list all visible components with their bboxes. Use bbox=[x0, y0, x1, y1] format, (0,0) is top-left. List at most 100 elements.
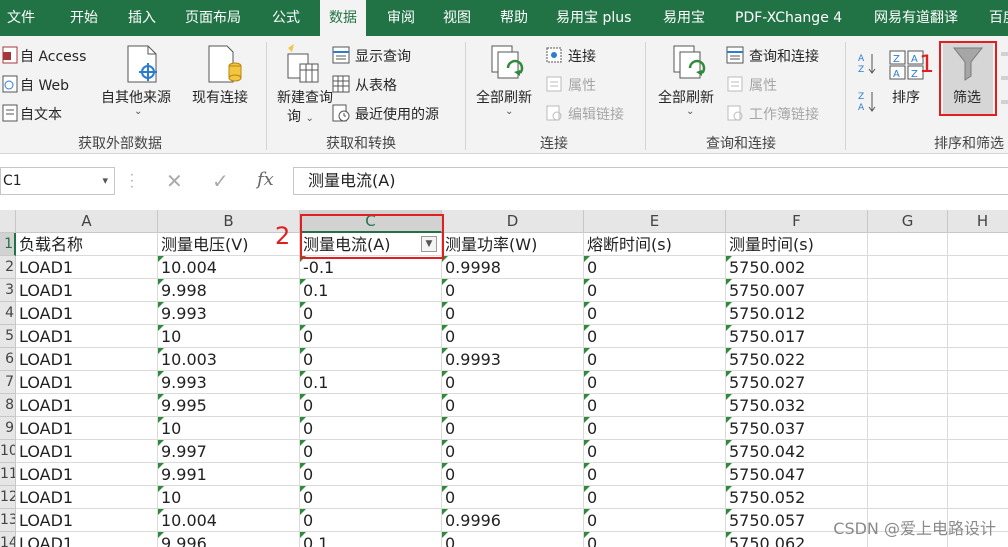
table-cell[interactable]: 0 bbox=[442, 486, 584, 509]
tab-2[interactable]: 插入 bbox=[128, 0, 156, 36]
table-cell[interactable]: 0 bbox=[584, 325, 726, 348]
table-cell[interactable]: 0.1 bbox=[300, 279, 442, 302]
table-cell[interactable] bbox=[948, 417, 1008, 440]
row-header[interactable]: 3 bbox=[0, 279, 16, 302]
tab-12[interactable]: 网易有道翻译 bbox=[874, 0, 958, 36]
table-cell[interactable]: 5750.052 bbox=[726, 486, 868, 509]
table-cell[interactable]: 0 bbox=[584, 256, 726, 279]
tab-1[interactable]: 开始 bbox=[70, 0, 98, 36]
table-cell[interactable] bbox=[868, 325, 948, 348]
table-cell[interactable] bbox=[948, 486, 1008, 509]
table-cell[interactable]: 0 bbox=[300, 463, 442, 486]
tab-3[interactable]: 页面布局 bbox=[185, 0, 241, 36]
row-header[interactable]: 5 bbox=[0, 325, 16, 348]
tab-6[interactable]: 审阅 bbox=[387, 0, 415, 36]
table-cell[interactable]: 0 bbox=[300, 302, 442, 325]
table-cell[interactable]: -0.1 bbox=[300, 256, 442, 279]
tab-13[interactable]: 百度 bbox=[989, 0, 1008, 36]
table-cell[interactable]: LOAD1 bbox=[16, 348, 158, 371]
row-header[interactable]: 6 bbox=[0, 348, 16, 371]
table-cell[interactable]: 0 bbox=[442, 532, 584, 547]
table-cell[interactable]: 0 bbox=[584, 417, 726, 440]
connections-button[interactable]: 连接 bbox=[568, 46, 596, 66]
queries-and-connections-button[interactable]: 查询和连接 bbox=[749, 46, 819, 66]
sort-button[interactable]: 排序 bbox=[892, 87, 920, 107]
tab-0[interactable]: 文件 bbox=[7, 0, 35, 36]
table-cell[interactable] bbox=[948, 325, 1008, 348]
table-cell[interactable]: 0 bbox=[584, 440, 726, 463]
table-cell[interactable]: LOAD1 bbox=[16, 440, 158, 463]
recent-sources-button[interactable]: 最近使用的源 bbox=[355, 104, 439, 124]
from-web-button[interactable]: 自 Web bbox=[20, 75, 69, 95]
table-cell[interactable] bbox=[868, 394, 948, 417]
refresh-all-button-2[interactable]: 全部刷新 bbox=[658, 87, 714, 107]
table-cell[interactable]: 5750.027 bbox=[726, 371, 868, 394]
table-cell[interactable]: 0 bbox=[442, 463, 584, 486]
table-cell[interactable]: 0 bbox=[300, 486, 442, 509]
table-cell[interactable]: 0 bbox=[300, 348, 442, 371]
table-cell[interactable]: 0 bbox=[584, 463, 726, 486]
table-cell[interactable] bbox=[868, 440, 948, 463]
table-cell[interactable]: 0 bbox=[300, 509, 442, 532]
table-cell[interactable]: 0 bbox=[584, 509, 726, 532]
table-cell[interactable] bbox=[948, 302, 1008, 325]
row-header[interactable]: 4 bbox=[0, 302, 16, 325]
table-cell[interactable]: LOAD1 bbox=[16, 325, 158, 348]
table-cell[interactable]: 0 bbox=[584, 348, 726, 371]
edit-links-button[interactable]: 编辑链接 bbox=[568, 104, 624, 124]
enter-icon[interactable]: ✓ bbox=[212, 169, 229, 193]
column-header-d[interactable]: D bbox=[442, 210, 584, 233]
table-cell[interactable]: 9.993 bbox=[158, 371, 300, 394]
table-cell[interactable]: LOAD1 bbox=[16, 532, 158, 547]
show-queries-button[interactable]: 显示查询 bbox=[355, 46, 411, 66]
formula-input[interactable]: 测量电流(A) bbox=[293, 167, 1008, 195]
table-cell[interactable] bbox=[868, 348, 948, 371]
table-cell[interactable]: LOAD1 bbox=[16, 302, 158, 325]
table-cell[interactable] bbox=[948, 371, 1008, 394]
table-cell[interactable] bbox=[948, 463, 1008, 486]
table-cell[interactable]: LOAD1 bbox=[16, 417, 158, 440]
table-cell[interactable]: LOAD1 bbox=[16, 256, 158, 279]
table-cell[interactable]: 0 bbox=[442, 371, 584, 394]
table-cell[interactable]: 0 bbox=[300, 440, 442, 463]
workbook-links-button[interactable]: 工作簿链接 bbox=[749, 104, 819, 124]
table-cell[interactable]: 0 bbox=[442, 417, 584, 440]
header-cell[interactable]: 测量时间(s) bbox=[726, 233, 868, 256]
properties-button[interactable]: 属性 bbox=[568, 75, 596, 95]
table-cell[interactable]: LOAD1 bbox=[16, 486, 158, 509]
row-header[interactable]: 11 bbox=[0, 463, 16, 486]
row-header[interactable]: 14 bbox=[0, 532, 16, 547]
table-cell[interactable] bbox=[948, 256, 1008, 279]
table-cell[interactable]: 9.998 bbox=[158, 279, 300, 302]
column-header-a[interactable]: A bbox=[16, 210, 158, 233]
table-cell[interactable]: 9.991 bbox=[158, 463, 300, 486]
tab-11[interactable]: PDF-XChange 4 bbox=[735, 0, 842, 36]
column-header-e[interactable]: E bbox=[584, 210, 726, 233]
table-cell[interactable]: 0 bbox=[584, 394, 726, 417]
table-cell[interactable] bbox=[868, 256, 948, 279]
tab-9[interactable]: 易用宝 plus bbox=[556, 0, 631, 36]
table-cell[interactable]: 0.1 bbox=[300, 532, 442, 547]
table-cell[interactable]: 0 bbox=[584, 486, 726, 509]
table-cell[interactable] bbox=[868, 302, 948, 325]
select-all-corner[interactable] bbox=[0, 210, 16, 233]
table-cell[interactable]: 10.004 bbox=[158, 256, 300, 279]
table-cell[interactable]: 0.9996 bbox=[442, 509, 584, 532]
table-cell[interactable]: 10.004 bbox=[158, 509, 300, 532]
table-cell[interactable]: LOAD1 bbox=[16, 279, 158, 302]
table-cell[interactable]: 0 bbox=[300, 417, 442, 440]
table-cell[interactable]: 10 bbox=[158, 486, 300, 509]
header-cell[interactable]: 熔断时间(s) bbox=[584, 233, 726, 256]
table-cell[interactable]: 0 bbox=[300, 325, 442, 348]
refresh-all-button[interactable]: 全部刷新 bbox=[476, 87, 532, 107]
table-cell[interactable]: 5750.042 bbox=[726, 440, 868, 463]
table-cell[interactable]: LOAD1 bbox=[16, 394, 158, 417]
table-cell[interactable]: 10.003 bbox=[158, 348, 300, 371]
table-cell[interactable] bbox=[948, 279, 1008, 302]
table-cell[interactable]: LOAD1 bbox=[16, 463, 158, 486]
table-cell[interactable]: 0 bbox=[584, 302, 726, 325]
table-cell[interactable] bbox=[868, 417, 948, 440]
table-cell[interactable]: 5750.047 bbox=[726, 463, 868, 486]
row-header[interactable]: 8 bbox=[0, 394, 16, 417]
new-query-button[interactable]: 新建查询 bbox=[277, 87, 333, 107]
